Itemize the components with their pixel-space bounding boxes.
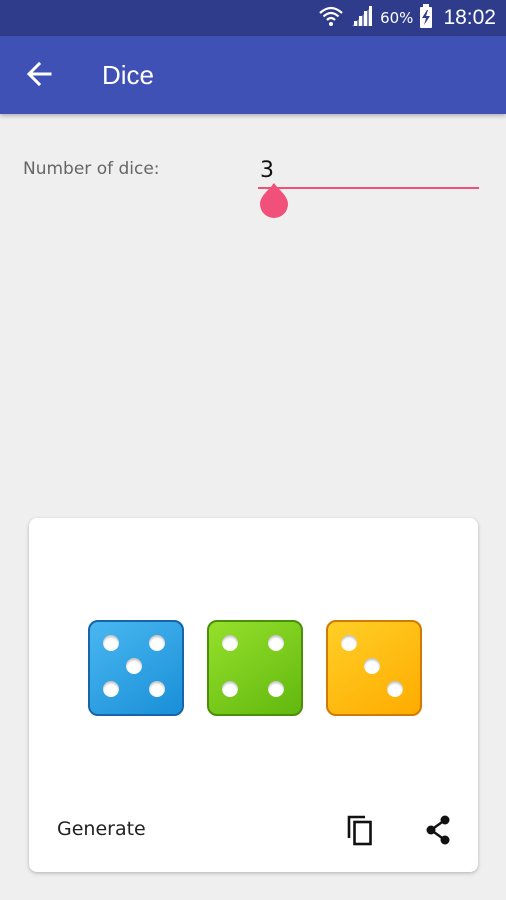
- page-title: Dice: [102, 60, 155, 90]
- status-time: 18:02: [443, 6, 496, 29]
- die-pip: [387, 681, 403, 697]
- die-pip: [149, 635, 165, 651]
- number-of-dice-input[interactable]: [258, 153, 479, 189]
- die-pip: [268, 635, 284, 651]
- share-icon: [424, 815, 452, 849]
- die-pip: [222, 681, 238, 697]
- die-pip: [268, 681, 284, 697]
- status-bar: 60% 18:02: [0, 0, 506, 36]
- generate-button[interactable]: Generate: [47, 809, 156, 849]
- text-cursor-handle[interactable]: [259, 183, 289, 219]
- die-pip: [103, 635, 119, 651]
- die-2: [207, 620, 303, 716]
- copy-icon: [345, 814, 375, 850]
- copy-button[interactable]: [339, 811, 381, 853]
- battery-charging-icon: [419, 4, 433, 32]
- share-button[interactable]: [417, 811, 459, 853]
- die-1: [88, 620, 184, 716]
- die-pip: [341, 635, 357, 651]
- app-bar: Dice: [0, 36, 506, 114]
- die-pip: [103, 681, 119, 697]
- wifi-icon: [318, 4, 344, 32]
- result-card: Generate: [29, 518, 478, 872]
- die-pip: [149, 681, 165, 697]
- signal-icon: [350, 4, 374, 32]
- arrow-back-icon: [26, 61, 52, 91]
- battery-percent: 60%: [380, 9, 414, 27]
- back-button[interactable]: [14, 51, 64, 101]
- number-of-dice-label: Number of dice:: [23, 159, 160, 179]
- die-pip: [222, 635, 238, 651]
- status-icons: 60% 18:02: [318, 0, 496, 36]
- die-pip: [364, 658, 380, 674]
- die-3: [326, 620, 422, 716]
- die-pip: [126, 658, 142, 674]
